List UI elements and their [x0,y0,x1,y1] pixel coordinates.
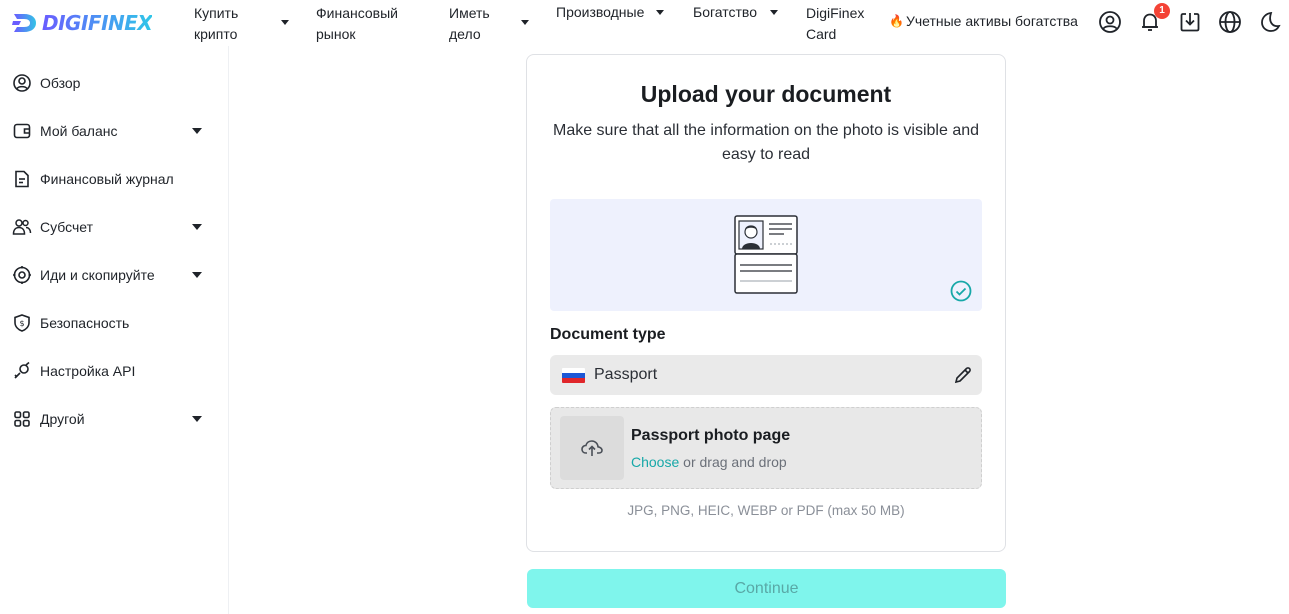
nav-earn-line1: Иметь [449,5,490,21]
nav-earn[interactable]: Иметь дело [449,3,490,45]
sidebar-item-copy-trading[interactable]: Иди и скопируйте [0,255,228,295]
page-title: Upload your document [640,81,892,107]
check-circle-icon [950,280,972,302]
shield-icon: $ [14,314,30,332]
choose-file-link[interactable]: Choose [631,454,679,470]
sidebar-item-label: Безопасность [40,315,130,331]
target-icon [13,266,31,284]
digifinex-logo[interactable]: DIGIFINEX [12,11,153,35]
nav-card-line2: Card [806,26,837,42]
chevron-down-icon [192,224,202,230]
passport-icon [734,215,798,294]
sidebar-item-financial-log[interactable]: Финансовый журнал [0,159,228,199]
sidebar: Обзор Мой баланс Финансовый журнал Субсч… [0,46,229,614]
sidebar-item-other[interactable]: Другой [0,399,228,439]
document-type-value: Passport [594,366,658,383]
globe-icon[interactable] [1218,10,1242,34]
document-icon [15,170,29,188]
nav-card[interactable]: DigiFinex Card [806,3,864,45]
sidebar-item-label: Другой [40,411,85,427]
nav-buy-crypto-line2: крипто [194,26,238,42]
upload-tile [560,416,624,480]
wealth-accounts-label: Учетные активы богатства [905,13,1078,29]
wealth-accounts-link[interactable]: 🔥 Учетные активы богатства [889,13,1078,29]
sidebar-item-api-settings[interactable]: Настройка API [0,351,228,391]
document-type-select[interactable]: Passport [550,355,982,395]
user-icon[interactable] [1098,10,1122,34]
digifinex-logo-mark [12,14,36,32]
flame-icon: 🔥 [889,14,904,28]
nav-markets-line1: Финансовый [316,5,398,21]
nav-earn-line2: дело [449,26,481,42]
dark-mode-icon[interactable] [1258,10,1282,34]
supported-formats: JPG, PNG, HEIC, WEBP or PDF (max 50 MB) [627,503,905,518]
nav-buy-crypto[interactable]: Купить крипто [194,3,238,45]
chevron-down-icon[interactable] [281,20,289,25]
nav-markets-line2: рынок [316,26,356,42]
sidebar-item-label: Иди и скопируйте [40,267,155,283]
upload-document-card: Upload your document Make sure that all … [526,54,1006,552]
cloud-upload-icon [581,440,603,456]
chevron-down-icon[interactable] [770,10,778,15]
nav-buy-crypto-line1: Купить [194,5,239,21]
chevron-down-icon[interactable] [656,10,664,15]
user-circle-icon [13,74,31,92]
file-dropzone[interactable]: Passport photo page Choose or drag and d… [550,407,982,489]
chevron-down-icon [192,272,202,278]
nav-wealth[interactable]: Богатство [693,2,757,23]
grid-icon [14,411,30,427]
nav-derivatives-label: Производные [556,4,645,20]
russia-flag-icon [562,368,585,383]
users-icon [12,219,32,235]
nav-markets[interactable]: Финансовый рынок [316,3,398,45]
sidebar-item-overview[interactable]: Обзор [0,63,228,103]
chevron-down-icon[interactable] [521,20,529,25]
chevron-down-icon [192,416,202,422]
chevron-down-icon [192,128,202,134]
upload-hint: Choose or drag and drop [631,454,787,470]
top-navigation: DIGIFINEX Купить крипто Финансовый рынок… [0,0,1289,46]
brand-name: DIGIFINEX [42,11,153,35]
page-subtitle: Make sure that all the information on th… [552,122,980,163]
sidebar-item-label: Финансовый журнал [40,171,174,187]
nav-derivatives[interactable]: Производные [556,2,644,23]
passport-illustration [550,199,982,311]
sidebar-item-security[interactable]: $ Безопасность [0,303,228,343]
upload-title: Passport photo page [631,427,791,444]
download-icon[interactable] [1178,10,1202,34]
svg-text:$: $ [19,319,24,328]
nav-wealth-label: Богатство [693,4,757,20]
sidebar-item-label: Мой баланс [40,123,118,139]
wallet-icon [13,123,31,139]
pencil-icon[interactable] [953,365,973,385]
continue-button[interactable]: Continue [527,569,1006,608]
api-key-icon [14,361,30,379]
sidebar-item-subaccount[interactable]: Субсчет [0,207,228,247]
sidebar-item-label: Обзор [40,75,81,91]
sidebar-item-my-balance[interactable]: Мой баланс [0,111,228,151]
drag-drop-text: or drag and drop [683,454,787,470]
sidebar-item-label: Субсчет [40,219,93,235]
nav-card-line1: DigiFinex [806,5,865,21]
document-type-label: Document type [550,326,666,343]
sidebar-item-label: Настройка API [40,363,136,379]
notification-badge: 1 [1154,3,1170,19]
